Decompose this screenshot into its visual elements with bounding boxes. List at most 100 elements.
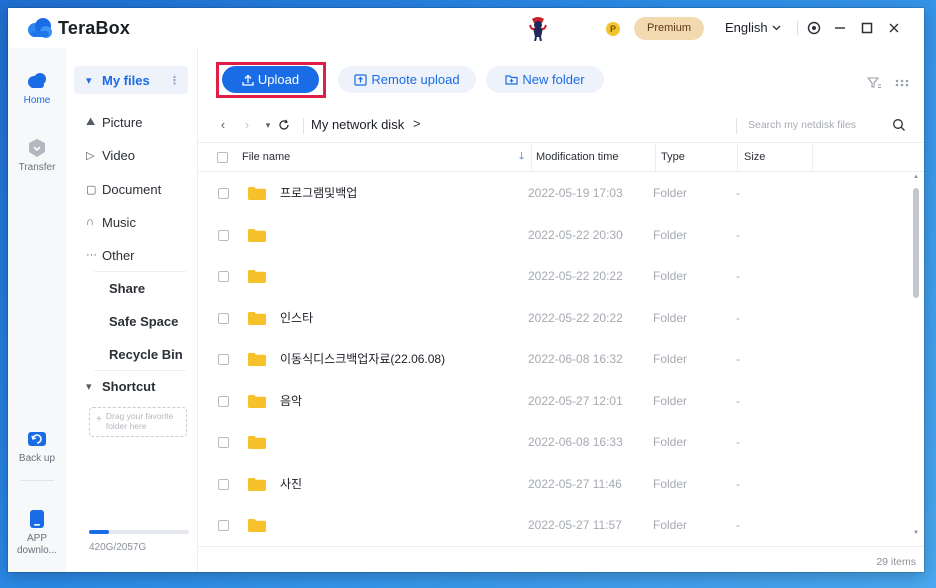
pathbar-divider xyxy=(303,118,304,134)
folder-icon xyxy=(248,353,266,366)
file-size: - xyxy=(736,352,740,366)
scroll-up-icon[interactable]: ▲ xyxy=(913,174,919,180)
modification-time: 2022-06-08 16:32 xyxy=(528,352,623,366)
scroll-thumb[interactable] xyxy=(913,188,919,298)
row-checkbox[interactable] xyxy=(218,478,229,490)
new-folder-button[interactable]: New folder xyxy=(486,66,604,93)
file-name: 프로그램및백업 xyxy=(280,186,358,200)
document-icon: ▢ xyxy=(86,183,97,196)
main-panel: Upload Remote upload New folder ‹ › ▾ My… xyxy=(198,48,924,572)
nav-picture[interactable]: ⛰ Picture xyxy=(74,108,188,136)
scrollbar[interactable]: ▲ ▼ xyxy=(913,174,919,536)
table-row[interactable]: 2022-05-22 20:30 Folder - xyxy=(198,215,916,256)
nav-my-files[interactable]: ▾ My files ⋮ xyxy=(74,66,188,94)
rail-home-label: Home xyxy=(23,95,51,106)
back-icon[interactable]: ‹ xyxy=(216,117,230,133)
table-row[interactable]: 인스타 2022-05-22 20:22 Folder - xyxy=(198,298,916,339)
nav-music-label: Music xyxy=(102,214,136,230)
file-name: 음악 xyxy=(280,393,303,408)
row-checkbox[interactable] xyxy=(218,188,229,199)
nav-other[interactable]: ··· Other xyxy=(74,241,188,269)
search-icon[interactable] xyxy=(892,118,906,132)
rail-home[interactable]: Home xyxy=(8,70,66,106)
scroll-down-icon[interactable]: ▼ xyxy=(913,530,919,536)
table-row[interactable]: 프로그램및백업 2022-05-19 17:03 Folder - xyxy=(198,173,916,214)
shield-transfer-icon xyxy=(26,137,48,159)
file-type: Folder xyxy=(653,227,688,242)
video-icon: ▷ xyxy=(86,149,95,162)
rail-app-download[interactable]: APP downlo... xyxy=(8,508,66,557)
language-label: English xyxy=(725,20,768,35)
settings-icon[interactable] xyxy=(804,18,824,38)
user-avatar-icon[interactable] xyxy=(526,15,550,41)
folder-icon xyxy=(248,519,266,532)
refresh-icon[interactable] xyxy=(277,117,291,133)
footer-divider xyxy=(198,546,924,547)
filter-icon[interactable] xyxy=(866,75,882,91)
table-header: File name 🡓 Modification time Type Size xyxy=(198,142,924,172)
file-type: Folder xyxy=(653,269,688,283)
breadcrumb-root[interactable]: My network disk xyxy=(311,117,404,132)
rail-transfer[interactable]: Transfer xyxy=(8,137,66,173)
remote-upload-button[interactable]: Remote upload xyxy=(338,66,476,93)
modification-time: 2022-05-27 12:01 xyxy=(528,393,623,408)
select-all-checkbox[interactable] xyxy=(217,152,228,163)
headphones-icon: ∩ xyxy=(86,216,94,228)
table-row[interactable]: 사진 2022-05-27 11:46 Folder - xyxy=(198,464,916,505)
history-dropdown-icon[interactable]: ▾ xyxy=(261,117,275,133)
folder-icon xyxy=(248,270,266,283)
nav-document[interactable]: ▢ Document xyxy=(74,175,188,203)
breadcrumb-arrow[interactable]: > xyxy=(413,116,421,131)
search-input[interactable] xyxy=(748,115,878,135)
maximize-icon[interactable] xyxy=(857,18,877,38)
chevron-down-icon xyxy=(772,25,781,30)
forward-icon[interactable]: › xyxy=(240,117,254,133)
new-folder-label: New folder xyxy=(522,72,585,87)
close-icon[interactable] xyxy=(884,18,904,38)
table-row[interactable]: 2022-06-08 16:33 Folder - xyxy=(198,422,916,463)
rail-backup[interactable]: Back up xyxy=(8,428,66,464)
row-checkbox[interactable] xyxy=(218,395,229,407)
nav-safe-space[interactable]: Safe Space xyxy=(74,307,188,335)
title-bar: TeraBox P Premium English xyxy=(8,8,924,48)
folder-icon xyxy=(248,311,266,325)
file-type: Folder xyxy=(653,310,688,325)
nav-share[interactable]: Share xyxy=(74,274,188,302)
table-row[interactable]: 2022-05-22 20:22 Folder - xyxy=(198,256,916,297)
more-vertical-icon[interactable]: ⋮ xyxy=(169,74,180,87)
table-row[interactable]: 음악 2022-05-27 12:01 Folder - xyxy=(198,381,916,422)
header-type[interactable]: Type xyxy=(661,143,685,171)
nav-music[interactable]: ∩ Music xyxy=(74,208,188,236)
header-size[interactable]: Size xyxy=(744,143,765,171)
modification-time: 2022-05-22 20:22 xyxy=(528,310,623,325)
folder-icon xyxy=(248,477,266,491)
row-checkbox[interactable] xyxy=(218,437,229,448)
search-divider xyxy=(736,118,737,134)
row-checkbox[interactable] xyxy=(218,271,229,282)
file-type: Folder xyxy=(653,435,688,449)
column-divider xyxy=(655,143,656,171)
minimize-icon[interactable] xyxy=(830,18,850,38)
header-modification-time[interactable]: Modification time xyxy=(536,143,619,171)
folder-icon xyxy=(248,228,266,242)
file-type: Folder xyxy=(653,393,688,408)
highlight-box xyxy=(216,62,326,98)
language-select[interactable]: English xyxy=(725,20,781,35)
grid-view-icon[interactable] xyxy=(894,75,910,91)
app-name: TeraBox xyxy=(58,17,131,38)
nav-recycle-bin[interactable]: Recycle Bin xyxy=(74,340,188,368)
column-divider xyxy=(531,143,532,171)
row-checkbox[interactable] xyxy=(218,229,229,241)
shortcut-dropzone[interactable]: + Drag your favorite folder here xyxy=(89,407,187,437)
nav-shortcut[interactable]: ▾ Shortcut xyxy=(74,372,188,400)
row-checkbox[interactable] xyxy=(218,354,229,365)
premium-button[interactable]: Premium xyxy=(634,17,704,40)
app-logo[interactable]: TeraBox xyxy=(26,17,130,39)
header-file-name[interactable]: File name xyxy=(242,143,290,171)
table-row[interactable]: 2022-05-27 11:57 Folder - xyxy=(198,505,916,546)
nav-video[interactable]: ▷ Video xyxy=(74,141,188,169)
row-checkbox[interactable] xyxy=(218,520,229,531)
table-row[interactable]: 이동식디스크백업자료(22.06.08) 2022-06-08 16:32 Fold… xyxy=(198,339,916,380)
row-checkbox[interactable] xyxy=(218,312,229,324)
sort-desc-icon[interactable]: 🡓 xyxy=(519,143,524,171)
